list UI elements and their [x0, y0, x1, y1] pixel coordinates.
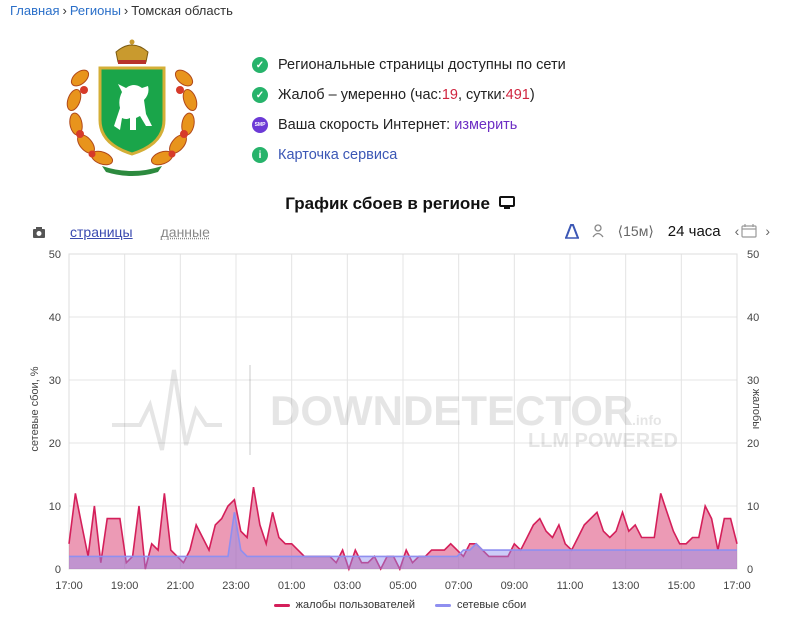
status-speed-row: SMP Ваша скорость Интернет: измерить	[252, 110, 566, 140]
check-circle-icon: ✓	[252, 87, 268, 103]
info-icon: i	[252, 147, 268, 163]
chevron-right-icon: ›	[123, 3, 129, 18]
x-tick-label: 23:00	[222, 580, 250, 592]
legend-swatch	[273, 603, 290, 607]
legend-label: жалобы пользователей	[295, 599, 416, 611]
legend-label: сетевые сбои	[457, 599, 527, 611]
complaints-hour-value: 19	[441, 87, 458, 103]
y-tick-label: 40	[49, 312, 61, 324]
interval-selector[interactable]: ⟨15м⟩	[618, 223, 654, 240]
watermark: DOWNDETECTOR .info LLM POWERED	[112, 365, 678, 455]
watermark-text: DOWNDETECTOR	[270, 387, 633, 434]
x-tick-label: 19:00	[111, 580, 139, 592]
x-tick-label: 05:00	[389, 580, 417, 592]
x-tick-label: 17:00	[723, 580, 751, 592]
chart-title: График сбоев в регионе	[285, 194, 491, 213]
status-pages-text: Региональные страницы доступны по сети	[278, 57, 566, 73]
breadcrumb-home[interactable]: Главная	[10, 3, 59, 18]
status-service-row: i Карточка сервиса	[252, 140, 566, 170]
monitor-icon[interactable]	[498, 196, 515, 210]
x-tick-label: 07:00	[445, 580, 473, 592]
chart-toolbar: ⟨15м⟩ 24 часа ‹ ›	[564, 220, 770, 242]
status-complaints-row: ✓ Жалоб – умеренно (час: 19, сутки: 491)	[252, 80, 566, 110]
coat-of-arms-image	[66, 39, 198, 176]
complaints-prefix: Жалоб – умеренно (час:	[278, 87, 442, 103]
legend-item-complaints[interactable]: жалобы пользователей	[273, 599, 416, 611]
complaints-day-value: 491	[505, 87, 530, 103]
complaints-suffix: )	[529, 87, 535, 103]
status-list: ✓ Региональные страницы доступны по сети…	[252, 50, 566, 170]
breadcrumb: Главная › Регионы › Томская область	[10, 3, 233, 18]
y-tick-label: 10	[49, 501, 61, 513]
camera-icon[interactable]	[32, 225, 46, 239]
y-tick-label-right: 20	[747, 438, 759, 450]
x-tick-label: 11:00	[557, 580, 584, 592]
x-tick-label: 17:00	[55, 580, 83, 592]
outage-chart: DOWNDETECTOR .info LLM POWERED 0 0 10 10 20 2…	[29, 249, 762, 592]
x-tick-label: 09:00	[501, 580, 529, 592]
speed-measure-link[interactable]: измерить	[454, 117, 517, 133]
tab-pages[interactable]: страницы	[70, 224, 133, 240]
chart-legend: жалобы пользователей сетевые сбои	[0, 599, 800, 611]
status-pages-row: ✓ Региональные страницы доступны по сети	[252, 50, 566, 80]
chevron-right-icon: ›	[62, 3, 67, 18]
service-card-link[interactable]: Карточка сервиса	[278, 147, 397, 163]
complaints-mid: , сутки:	[457, 87, 506, 103]
chart-title-row: График сбоев в регионе	[0, 194, 800, 214]
legend-swatch	[435, 603, 452, 607]
tab-data[interactable]: данные	[161, 224, 210, 240]
x-tick-label: 21:00	[167, 580, 195, 592]
y-tick-label-right: 40	[747, 312, 759, 324]
y-tick-label: 30	[49, 375, 61, 387]
x-tick-label: 01:00	[278, 580, 306, 592]
y-axis-label-right: жалобы	[750, 389, 762, 429]
y-tick-label: 0	[55, 564, 61, 576]
chart-tabs: страницы данные	[32, 222, 238, 242]
user-icon[interactable]	[592, 224, 604, 238]
calendar-icon[interactable]	[741, 224, 757, 238]
y-axis-label: сетевые сбои, %	[29, 366, 41, 451]
y-tick-label: 20	[49, 438, 61, 450]
y-tick-label-right: 30	[747, 375, 759, 387]
y-tick-label-right: 50	[747, 249, 759, 261]
breadcrumb-current: Томская область	[131, 3, 233, 18]
chevron-left-icon[interactable]: ‹	[735, 223, 740, 239]
period-label: 24 часа	[667, 222, 721, 240]
watermark-suffix: .info	[632, 412, 662, 428]
breadcrumb-regions[interactable]: Регионы	[70, 3, 121, 18]
y-tick-label: 50	[49, 249, 61, 261]
y-tick-label-right: 10	[747, 501, 759, 513]
legend-item-outages[interactable]: сетевые сбои	[435, 599, 526, 611]
x-tick-label: 13:00	[612, 580, 640, 592]
x-tick-label: 03:00	[334, 580, 362, 592]
watermark-sub: LLM POWERED	[528, 430, 678, 452]
check-circle-icon: ✓	[252, 57, 268, 73]
x-tick-label: 15:00	[668, 580, 696, 592]
speed-label: Ваша скорость Интернет:	[278, 117, 451, 133]
chevron-right-icon[interactable]: ›	[765, 223, 770, 239]
area-chart-icon[interactable]	[564, 223, 580, 239]
y-tick-label-right: 0	[747, 564, 753, 576]
speedtest-icon: SMP	[252, 117, 268, 133]
